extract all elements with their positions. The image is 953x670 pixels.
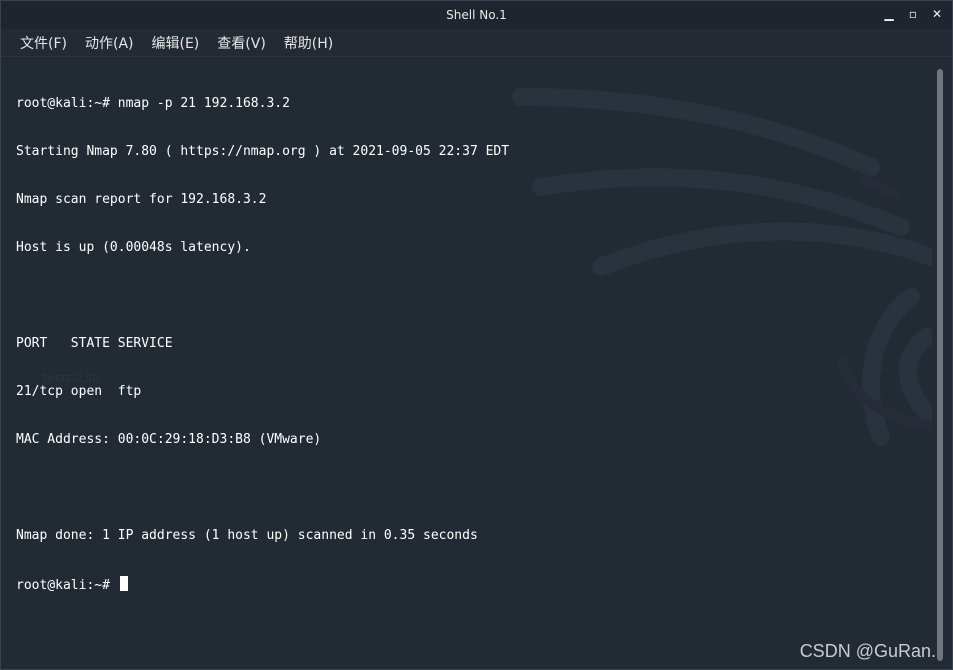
menu-file[interactable]: 文件(F) (11, 33, 76, 53)
maximize-button[interactable]: ▫ (906, 6, 920, 22)
menu-edit[interactable]: 编辑(E) (143, 33, 209, 53)
window-title: Shell No.1 (446, 8, 507, 22)
window-controls: ▁ ▫ ✕ (882, 6, 944, 22)
terminal-line: root@kali:~# nmap -p 21 192.168.3.2 (16, 96, 290, 111)
terminal-output: root@kali:~# nmap -p 21 192.168.3.2 Star… (16, 64, 509, 624)
terminal-line: MAC Address: 00:0C:29:18:D3:B8 (VMware) (16, 432, 322, 447)
title-bar[interactable]: Shell No.1 ▁ ▫ ✕ (1, 1, 952, 29)
terminal-line: Nmap scan report for 192.168.3.2 (16, 192, 267, 207)
terminal-line: Nmap done: 1 IP address (1 host up) scan… (16, 528, 478, 543)
close-button[interactable]: ✕ (930, 6, 944, 22)
csdn-watermark: CSDN @GuRan. (799, 641, 936, 661)
prompt-line[interactable]: root@kali:~# (16, 576, 509, 593)
menu-bar: 文件(F) 动作(A) 编辑(E) 查看(V) 帮助(H) (1, 29, 952, 57)
menu-view[interactable]: 查看(V) (208, 33, 275, 53)
scrollbar-thumb[interactable] (937, 69, 943, 661)
terminal-line: Host is up (0.00048s latency). (16, 240, 251, 255)
menu-help[interactable]: 帮助(H) (275, 33, 342, 53)
minimize-button[interactable]: ▁ (882, 6, 896, 22)
terminal-window: Shell No.1 ▁ ▫ ✕ 文件(F) 动作(A) 编辑(E) 查看(V)… (0, 0, 953, 670)
terminal-line: Starting Nmap 7.80 ( https://nmap.org ) … (16, 144, 510, 159)
menu-action[interactable]: 动作(A) (76, 33, 143, 53)
terminal-line: PORT STATE SERVICE (16, 336, 173, 351)
terminal-line: 21/tcp open ftp (16, 384, 142, 399)
vertical-scrollbar[interactable] (932, 57, 952, 669)
shell-prompt: root@kali:~# (16, 578, 110, 593)
terminal-area[interactable]: testssl.sh root@kali:~# nmap -p 21 192.1… (1, 57, 934, 669)
text-cursor (119, 576, 128, 591)
